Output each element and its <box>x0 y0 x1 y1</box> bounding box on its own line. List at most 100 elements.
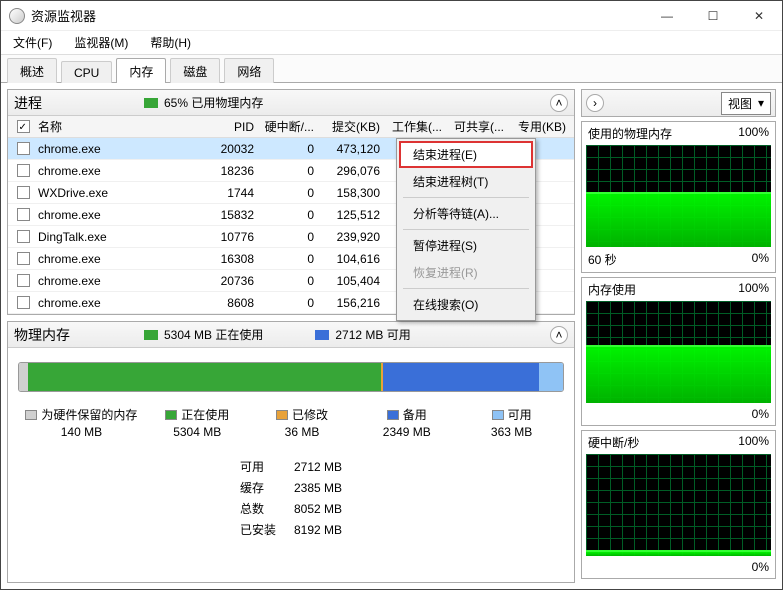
cell-pid: 18236 <box>198 164 258 178</box>
minimize-button[interactable]: — <box>644 1 690 31</box>
process-panel: 进程 65% 已用物理内存 ˄ 名称 PID 硬中断/... 提交(KB) 工作… <box>7 89 575 315</box>
stat-avail-label: 可用 <box>232 457 284 476</box>
graph-canvas <box>586 454 771 556</box>
mem-seg-standby <box>383 363 539 391</box>
physmem-title: 物理内存 <box>14 325 144 345</box>
menubar: 文件(F) 监视器(M) 帮助(H) <box>1 31 782 55</box>
legend-in_use: 正在使用 5304 MB <box>152 406 242 439</box>
chevron-up-icon: ˄ <box>555 328 562 342</box>
ctx-search[interactable]: 在线搜索(O) <box>399 291 533 318</box>
memory-bar <box>18 362 564 392</box>
collapse-button[interactable]: ˄ <box>550 326 568 344</box>
col-commit[interactable]: 提交(KB) <box>318 118 384 135</box>
col-name[interactable]: 名称 <box>34 118 198 135</box>
legend-value: 5304 MB <box>152 425 242 439</box>
col-share[interactable]: 可共享(... <box>446 118 508 135</box>
graph-pct: 100% <box>738 125 769 142</box>
legend-swatch-icon <box>25 410 37 420</box>
legend-standby: 备用 2349 MB <box>362 406 452 439</box>
cell-hard: 0 <box>258 208 318 222</box>
stat-avail-value: 2712 MB <box>286 457 350 476</box>
legend-value: 2349 MB <box>362 425 452 439</box>
cell-hard: 0 <box>258 142 318 156</box>
cell-pid: 16308 <box>198 252 258 266</box>
legend-label: 备用 <box>403 406 427 423</box>
collapse-button[interactable]: › <box>586 94 604 112</box>
cell-hard: 0 <box>258 296 318 310</box>
chevron-down-icon: ▾ <box>758 96 764 110</box>
tab-disk[interactable]: 磁盘 <box>170 58 220 83</box>
view-dropdown[interactable]: 视图 ▾ <box>721 92 771 115</box>
memory-legend: 为硬件保留的内存140 MB正在使用5304 MB已修改36 MB备用2349 … <box>8 402 574 449</box>
ctx-analyze[interactable]: 分析等待链(A)... <box>399 200 533 227</box>
cell-name: chrome.exe <box>34 274 198 288</box>
cell-commit: 158,300 <box>318 186 384 200</box>
col-hard[interactable]: 硬中断/... <box>258 118 318 135</box>
tab-network[interactable]: 网络 <box>224 58 274 83</box>
window-title: 资源监视器 <box>31 6 644 25</box>
cell-hard: 0 <box>258 274 318 288</box>
tab-cpu[interactable]: CPU <box>61 61 112 83</box>
mem-seg-in_use <box>28 363 380 391</box>
process-panel-status: 65% 已用物理内存 <box>164 94 263 111</box>
cell-name: chrome.exe <box>34 252 198 266</box>
ctx-end-tree[interactable]: 结束进程树(T) <box>399 168 533 195</box>
legend-label: 正在使用 <box>181 406 229 423</box>
row-checkbox[interactable] <box>17 296 30 309</box>
row-checkbox[interactable] <box>17 186 30 199</box>
collapse-button[interactable]: ˄ <box>550 94 568 112</box>
maximize-button[interactable]: ☐ <box>690 1 736 31</box>
cell-pid: 8608 <box>198 296 258 310</box>
header-checkbox[interactable] <box>17 120 30 133</box>
context-menu: 结束进程(E) 结束进程树(T) 分析等待链(A)... 暂停进程(S) 恢复进… <box>396 138 536 321</box>
menu-monitor[interactable]: 监视器(M) <box>68 32 134 53</box>
row-checkbox[interactable] <box>17 230 30 243</box>
cell-commit: 473,120 <box>318 142 384 156</box>
stat-total-value: 8052 MB <box>286 499 350 518</box>
cell-hard: 0 <box>258 186 318 200</box>
ctx-end-process[interactable]: 结束进程(E) <box>399 141 533 168</box>
row-checkbox[interactable] <box>17 208 30 221</box>
cell-pid: 1744 <box>198 186 258 200</box>
row-checkbox[interactable] <box>17 142 30 155</box>
graph-foot-right: 0% <box>752 251 769 268</box>
legend-swatch-icon <box>276 410 288 420</box>
stat-cache-label: 缓存 <box>232 478 284 497</box>
right-toolbar: › 视图 ▾ <box>581 89 776 117</box>
graph-canvas <box>586 301 771 403</box>
legend-modified: 已修改36 MB <box>257 406 347 439</box>
cell-name: chrome.exe <box>34 208 198 222</box>
tab-memory[interactable]: 内存 <box>116 58 166 83</box>
row-checkbox[interactable] <box>17 252 30 265</box>
cell-pid: 20032 <box>198 142 258 156</box>
stat-cache-value: 2385 MB <box>286 478 350 497</box>
cell-hard: 0 <box>258 230 318 244</box>
cell-commit: 239,920 <box>318 230 384 244</box>
graph-pct: 100% <box>738 281 769 298</box>
graph-foot-right: 0% <box>752 560 769 574</box>
cell-commit: 296,076 <box>318 164 384 178</box>
stat-inst-label: 已安装 <box>232 520 284 539</box>
app-icon <box>9 8 25 24</box>
menu-help[interactable]: 帮助(H) <box>144 32 197 53</box>
process-panel-title: 进程 <box>14 93 144 113</box>
graph-canvas <box>586 145 771 247</box>
stat-total-label: 总数 <box>232 499 284 518</box>
graph-box: 硬中断/秒100%0% <box>581 430 776 579</box>
row-checkbox[interactable] <box>17 274 30 287</box>
menu-file[interactable]: 文件(F) <box>7 32 58 53</box>
legend-swatch-icon <box>165 410 177 420</box>
legend-swatch-icon <box>387 410 399 420</box>
cell-commit: 105,404 <box>318 274 384 288</box>
col-priv[interactable]: 专用(KB) <box>508 118 570 135</box>
col-pid[interactable]: PID <box>198 120 258 134</box>
ctx-suspend[interactable]: 暂停进程(S) <box>399 232 533 259</box>
close-button[interactable]: ✕ <box>736 1 782 31</box>
tab-overview[interactable]: 概述 <box>7 58 57 83</box>
row-checkbox[interactable] <box>17 164 30 177</box>
col-ws[interactable]: 工作集(... <box>384 118 446 135</box>
physmem-panel: 物理内存 5304 MB 正在使用 2712 MB 可用 ˄ 为硬件保留的内存1… <box>7 321 575 583</box>
graph-foot-left: 60 秒 <box>588 251 617 268</box>
ctx-resume: 恢复进程(R) <box>399 259 533 286</box>
chevron-right-icon: › <box>593 96 597 110</box>
